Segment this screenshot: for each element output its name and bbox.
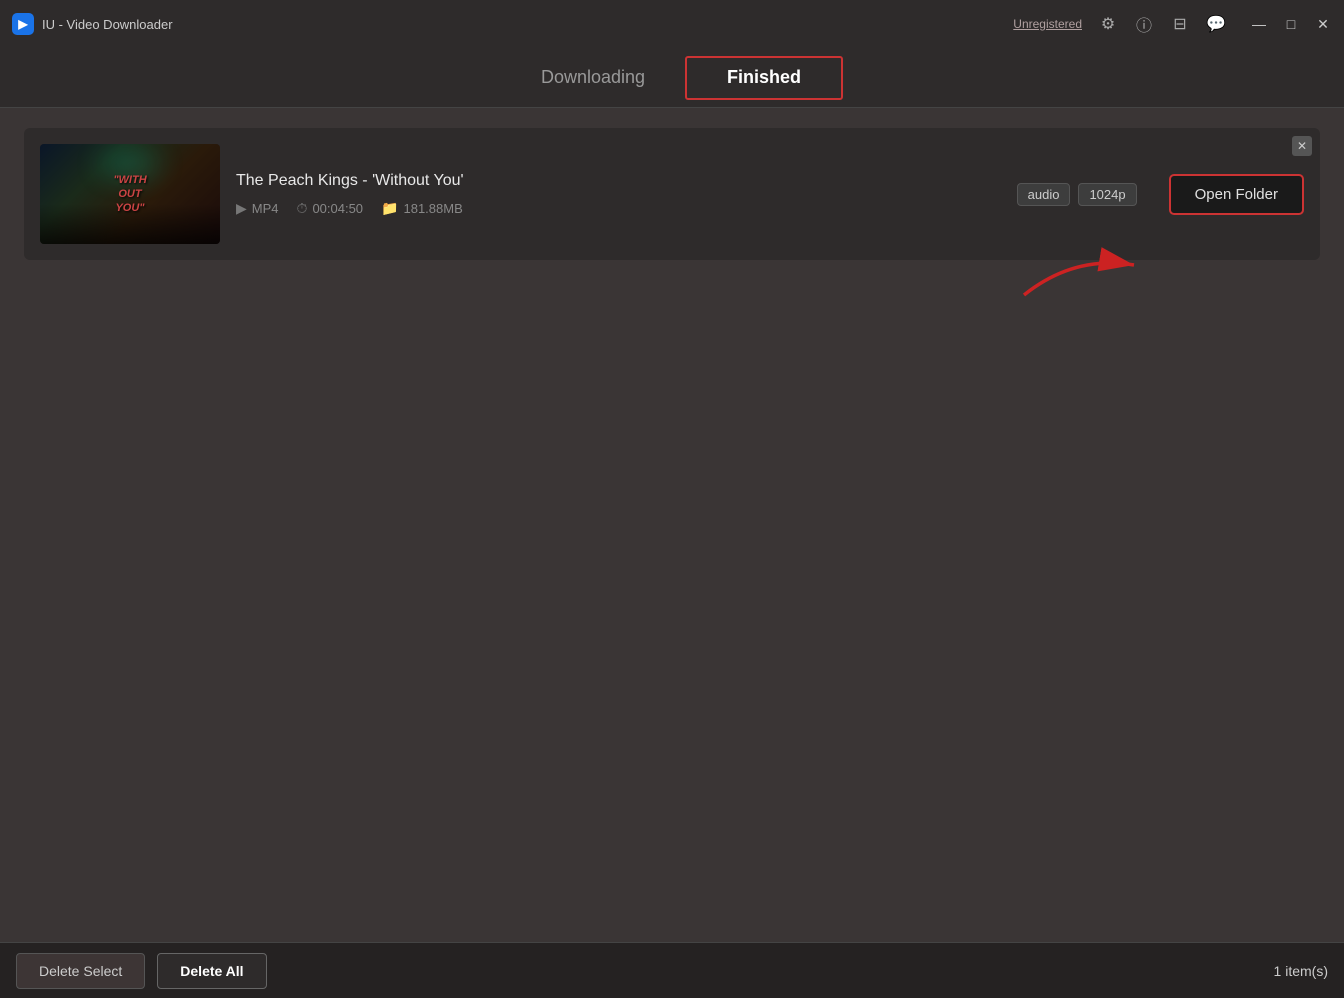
open-folder-button[interactable]: Open Folder (1169, 174, 1304, 215)
duration-meta: ⏱ 00:04:50 (297, 200, 364, 217)
delete-select-button[interactable]: Delete Select (16, 953, 145, 989)
filesize-meta: 📁 181.88MB (381, 200, 463, 217)
download-item: "WITHOUTYOU" The Peach Kings - 'Without … (24, 128, 1320, 260)
audio-badge: audio (1017, 183, 1071, 206)
title-bar-right: Unregistered ⚙ ⓘ ⊟ 💬 — □ ✕ (1013, 12, 1332, 36)
item-info: The Peach Kings - 'Without You' ▶ MP4 ⏱ … (236, 172, 1001, 217)
tab-finished[interactable]: Finished (685, 56, 843, 100)
chat-icon[interactable]: 💬 (1206, 14, 1226, 34)
tab-downloading[interactable]: Downloading (501, 56, 685, 100)
tab-bar: Downloading Finished (0, 48, 1344, 108)
thumbnail-text: "WITHOUTYOU" (113, 173, 146, 216)
item-meta: ▶ MP4 ⏱ 00:04:50 📁 181.88MB (236, 200, 1001, 217)
item-badges: audio 1024p (1017, 183, 1137, 206)
title-bar-left: ▶ IU - Video Downloader (12, 13, 173, 35)
cart-icon[interactable]: ⊟ (1170, 14, 1190, 34)
format-icon: ▶ (236, 200, 247, 217)
duration-value: 00:04:50 (312, 201, 363, 216)
item-close-button[interactable]: ✕ (1292, 136, 1312, 156)
minimize-button[interactable]: — (1250, 16, 1268, 32)
item-title: The Peach Kings - 'Without You' (236, 172, 1001, 190)
delete-all-button[interactable]: Delete All (157, 953, 266, 989)
maximize-button[interactable]: □ (1282, 16, 1300, 32)
format-meta: ▶ MP4 (236, 200, 279, 217)
folder-icon: 📁 (381, 200, 398, 217)
resolution-badge: 1024p (1078, 183, 1136, 206)
settings-icon[interactable]: ⚙ (1098, 14, 1118, 34)
thumbnail-glow (100, 154, 160, 174)
unregistered-link[interactable]: Unregistered (1013, 17, 1082, 31)
title-bar: ▶ IU - Video Downloader Unregistered ⚙ ⓘ… (0, 0, 1344, 48)
format-value: MP4 (252, 201, 279, 216)
app-title: IU - Video Downloader (42, 17, 173, 32)
close-button[interactable]: ✕ (1314, 16, 1332, 33)
item-count: 1 item(s) (1274, 963, 1328, 979)
clock-icon: ⏱ (297, 200, 308, 217)
window-controls: — □ ✕ (1250, 16, 1332, 33)
app-icon: ▶ (12, 13, 34, 35)
main-content: "WITHOUTYOU" The Peach Kings - 'Without … (0, 108, 1344, 942)
thumbnail: "WITHOUTYOU" (40, 144, 220, 244)
info-icon[interactable]: ⓘ (1134, 12, 1154, 36)
bottom-bar: Delete Select Delete All 1 item(s) (0, 942, 1344, 998)
filesize-value: 181.88MB (403, 201, 462, 216)
